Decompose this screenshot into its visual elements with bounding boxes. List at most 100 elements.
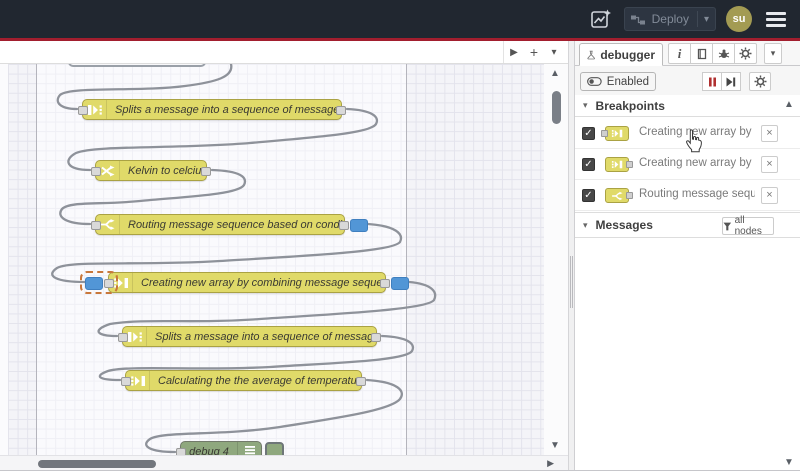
- app-header: Deploy ▾ su: [0, 0, 800, 38]
- output-port[interactable]: [201, 167, 211, 176]
- output-port[interactable]: [380, 279, 390, 288]
- sidebar-scroll-up-icon[interactable]: ▲: [784, 99, 794, 110]
- breakpoint-label: Creating new array by combining message …: [639, 126, 755, 138]
- debugger-controls: Enabled: [575, 66, 800, 96]
- hscroll-thumb[interactable]: [38, 460, 156, 468]
- messages-section-header[interactable]: ▾ Messages all nodes: [575, 212, 800, 238]
- splitter-handle[interactable]: [570, 256, 573, 308]
- vscroll-thumb[interactable]: [552, 91, 561, 124]
- wires-layer: [51, 64, 437, 454]
- deploy-icon: [630, 15, 645, 24]
- breakpoint-checkbox[interactable]: ✓: [582, 158, 595, 171]
- scroll-right-icon[interactable]: ▶: [547, 458, 554, 469]
- scroll-up-icon[interactable]: ▲: [550, 68, 560, 79]
- section-title: Breakpoints: [595, 98, 665, 113]
- filter-label: all nodes: [734, 215, 762, 237]
- output-port[interactable]: [356, 377, 366, 386]
- node-label: Kelvin to celcius: [128, 164, 206, 177]
- breakpoint-row[interactable]: ✓ Creating new array by combining messag…: [575, 149, 800, 180]
- node-change-kelvin[interactable]: Kelvin to celcius: [91, 160, 211, 181]
- ai-assistant-icon[interactable]: [588, 6, 614, 32]
- deploy-caret-icon[interactable]: ▾: [704, 14, 709, 25]
- breakpoint-output[interactable]: [391, 277, 409, 290]
- config-tab-icon[interactable]: [734, 43, 757, 64]
- breakpoints-section-header[interactable]: ▾ Breakpoints: [575, 95, 800, 117]
- node-split-1[interactable]: Splits a message into a sequence of mess…: [78, 99, 346, 120]
- flask-icon: [587, 50, 595, 59]
- node-label: debug 4: [189, 445, 229, 456]
- join-node-mini-icon: [601, 125, 633, 142]
- node-label: Creating new array by combining message …: [141, 276, 385, 289]
- clipped-node[interactable]: [68, 64, 206, 67]
- flow-list-caret-icon[interactable]: ▾: [544, 41, 564, 63]
- pause-button[interactable]: [702, 72, 722, 91]
- input-port[interactable]: [91, 221, 101, 230]
- canvas-hscrollbar: ▶: [0, 455, 568, 470]
- canvas-vscrollbar: ▲ ▼: [544, 64, 568, 455]
- node-split-2[interactable]: Splits a message into a sequence of mess…: [118, 326, 381, 347]
- output-port[interactable]: [339, 221, 349, 230]
- add-flow-button[interactable]: +: [524, 41, 544, 63]
- input-port[interactable]: [78, 106, 88, 115]
- section-caret-icon: ▾: [583, 100, 588, 110]
- section-caret-icon: ▾: [583, 219, 588, 230]
- section-title: Messages: [595, 218, 653, 232]
- node-debug-4[interactable]: debug 4: [176, 441, 284, 456]
- flow-canvas[interactable]: Splits a message into a sequence of mess…: [0, 64, 568, 455]
- node-label: Routing message sequence based on condit…: [128, 218, 344, 231]
- debug-toggle-button[interactable]: [265, 442, 284, 455]
- input-port[interactable]: [91, 167, 101, 176]
- toggle-icon: [587, 77, 602, 86]
- input-port[interactable]: [118, 333, 128, 342]
- input-port[interactable]: [176, 448, 186, 455]
- breakpoint-label: Routing message sequence based on condit…: [639, 188, 755, 200]
- debugger-settings-button[interactable]: [749, 72, 771, 91]
- sidebar: debugger i ▾ Enabled ▾ Breakpoints ✓ Cre…: [575, 41, 800, 470]
- breakpoint-checkbox[interactable]: ✓: [582, 189, 595, 202]
- sidebar-tab-buttons: i: [668, 43, 757, 64]
- sidebar-splitter[interactable]: [568, 41, 575, 470]
- deploy-button[interactable]: Deploy ▾: [623, 7, 716, 31]
- breakpoint-row[interactable]: ✓ Routing message sequence based on cond…: [575, 180, 800, 211]
- tab-scroll-right-icon[interactable]: ▶: [504, 41, 524, 63]
- workspace-tabbar: ▶ + ▾: [0, 41, 568, 64]
- node-switch-routing[interactable]: Routing message sequence based on condit…: [91, 214, 368, 235]
- message-filter-button[interactable]: all nodes: [722, 215, 774, 237]
- menu-icon[interactable]: [762, 8, 790, 31]
- join-node-mini-icon: [601, 156, 633, 173]
- debugger-enabled-toggle[interactable]: Enabled: [580, 72, 656, 91]
- tab-debugger[interactable]: debugger: [579, 43, 663, 66]
- sidebar-collapse-caret-icon[interactable]: ▾: [764, 43, 782, 64]
- node-label: Calculating the the average of temperatu…: [158, 374, 361, 387]
- remove-breakpoint-button[interactable]: ×: [761, 125, 778, 142]
- breakpoint-checkbox[interactable]: ✓: [582, 127, 595, 140]
- breakpoint-label: Creating new array by combining message …: [639, 157, 755, 169]
- remove-breakpoint-button[interactable]: ×: [761, 156, 778, 173]
- node-join-creating-array[interactable]: Creating new array by combining message …: [80, 271, 409, 294]
- input-port[interactable]: [121, 377, 131, 386]
- output-port[interactable]: [371, 333, 381, 342]
- info-tab-icon[interactable]: i: [668, 43, 691, 64]
- breakpoint-row[interactable]: ✓ Creating new array by combining messag…: [575, 118, 800, 149]
- debug-tab-icon[interactable]: [712, 43, 735, 64]
- help-tab-icon[interactable]: [690, 43, 713, 64]
- enabled-label: Enabled: [606, 75, 649, 88]
- node-label: Splits a message into a sequence of mess…: [155, 330, 376, 343]
- playback-buttons: [702, 72, 741, 91]
- scroll-down-icon[interactable]: ▼: [550, 440, 560, 451]
- debug-node-icon: [237, 442, 261, 455]
- breakpoint-output[interactable]: [350, 219, 368, 232]
- user-avatar[interactable]: su: [726, 6, 752, 32]
- page-footer-line: [0, 470, 800, 471]
- node-label: Splits a message into a sequence of mess…: [115, 103, 341, 116]
- step-button[interactable]: [721, 72, 741, 91]
- output-port[interactable]: [336, 106, 346, 115]
- remove-breakpoint-button[interactable]: ×: [761, 187, 778, 204]
- breakpoint-input[interactable]: [85, 277, 103, 290]
- node-red-app: Deploy ▾ su ▶ + ▾ Splits a message into …: [0, 0, 800, 474]
- deploy-separator: [696, 11, 698, 27]
- node-join-average[interactable]: Calculating the the average of temperatu…: [121, 370, 366, 391]
- input-port[interactable]: [104, 279, 114, 288]
- sidebar-tabbar: debugger i ▾: [575, 41, 800, 66]
- sidebar-scroll-down-icon[interactable]: ▼: [784, 457, 794, 468]
